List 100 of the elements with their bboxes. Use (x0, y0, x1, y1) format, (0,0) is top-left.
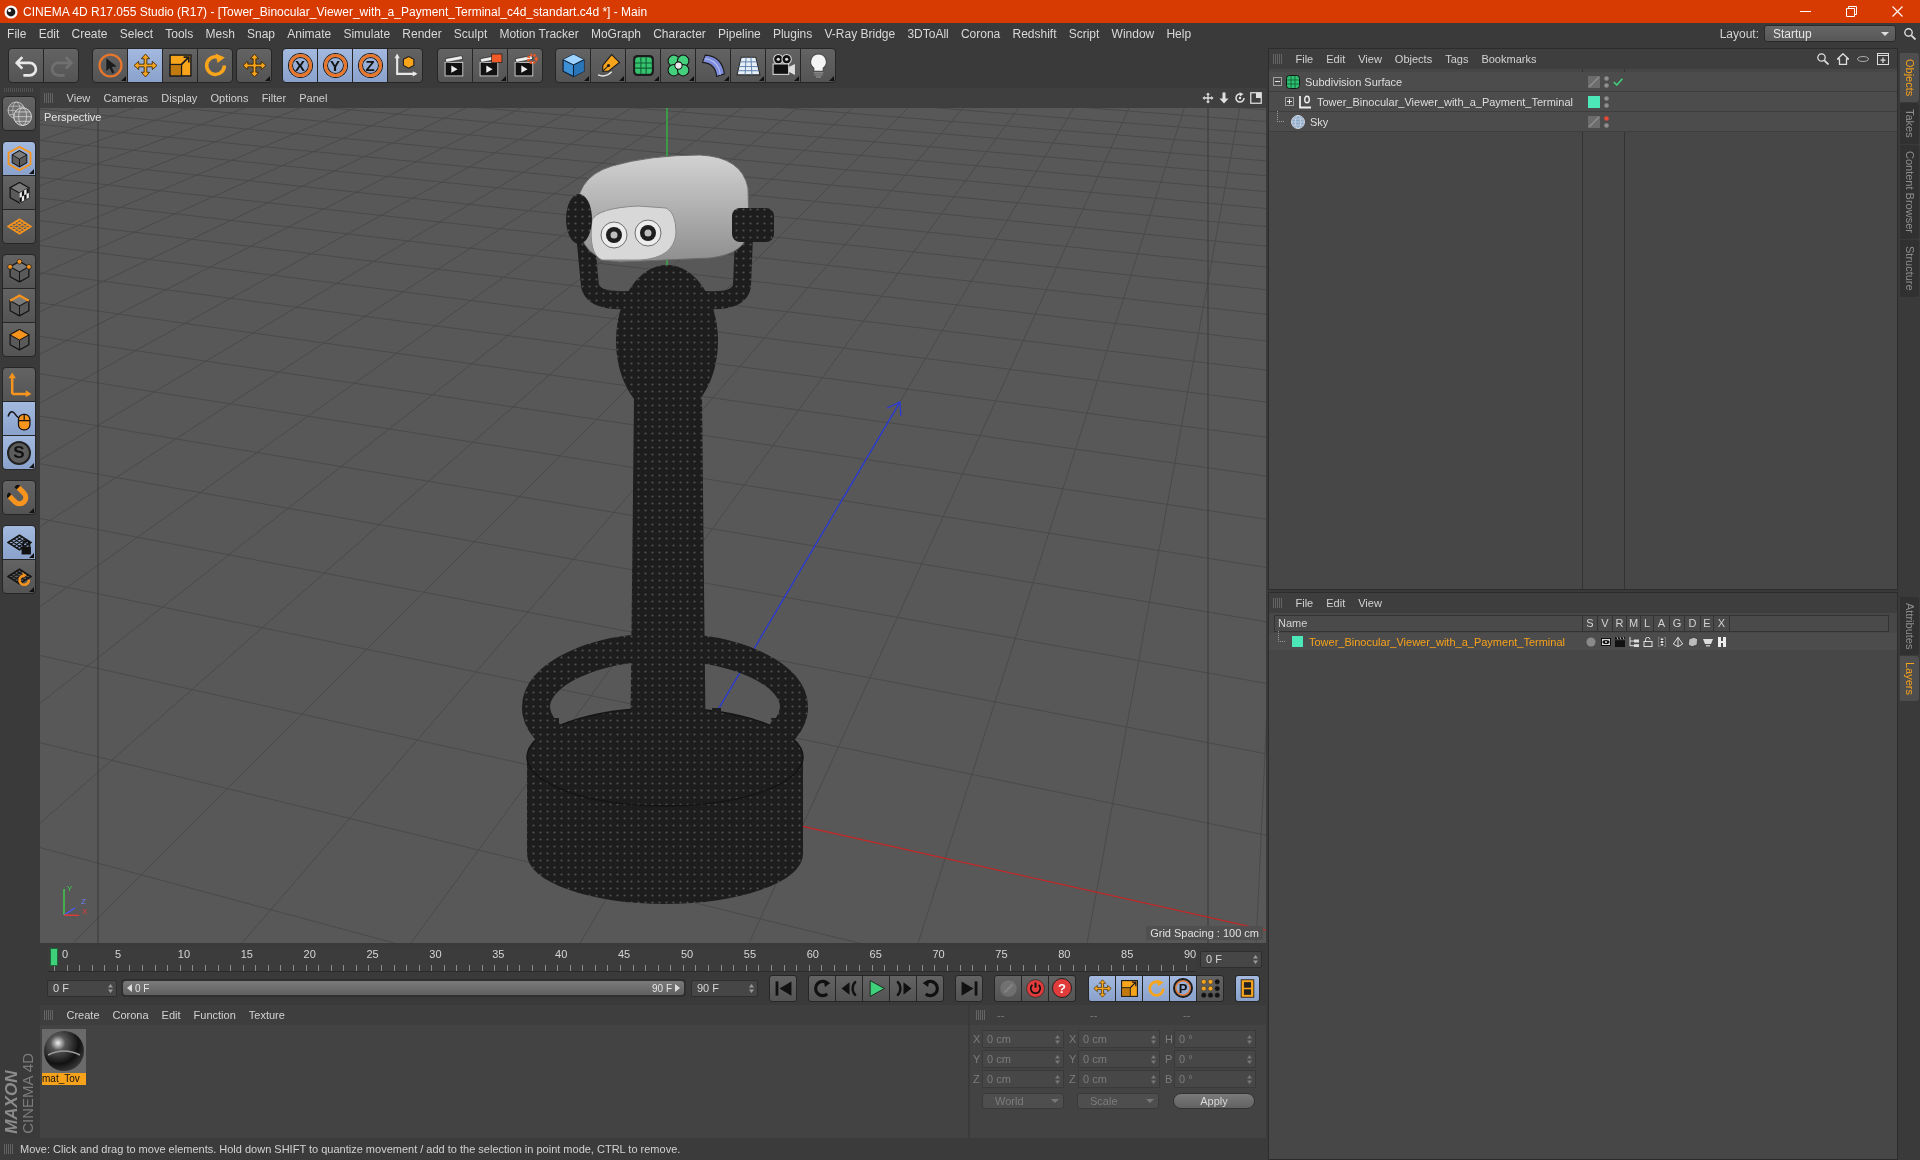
menu-item[interactable]: Create (65, 26, 114, 41)
viewport-menu-item[interactable]: Options (203, 92, 256, 104)
material-name[interactable]: mat_Tov (42, 1073, 86, 1085)
grip-icon[interactable] (1273, 54, 1283, 64)
floor-object-button[interactable] (730, 48, 766, 83)
side-tab[interactable]: Layers (1899, 655, 1919, 701)
menu-item[interactable]: Character (647, 26, 712, 41)
end-frame-field[interactable]: 90 F (691, 979, 758, 997)
menu-item[interactable]: 3DToAll (901, 26, 955, 41)
playhead[interactable] (50, 947, 58, 966)
object-menu-item[interactable]: File (1289, 53, 1320, 65)
grip-icon[interactable] (4, 1144, 14, 1154)
rotate-view-icon[interactable] (1234, 92, 1246, 104)
make-editable-button[interactable] (2, 96, 36, 131)
search-icon[interactable] (1904, 27, 1916, 40)
menu-item[interactable]: Tools (159, 26, 200, 41)
polygons-mode-button[interactable] (2, 322, 36, 357)
new-panel-icon[interactable] (1877, 53, 1889, 65)
workplane-sync-button[interactable] (2, 559, 36, 594)
side-tab[interactable]: Objects (1899, 53, 1919, 103)
column-header[interactable]: D (1685, 615, 1701, 632)
menu-item[interactable]: Render (396, 26, 448, 41)
cloner-button[interactable] (660, 48, 696, 83)
film-strip-icon[interactable] (1657, 636, 1667, 647)
spinner-arrows-icon[interactable] (749, 983, 754, 993)
eye-icon[interactable] (1600, 636, 1611, 647)
expand-toggle-icon[interactable] (1285, 97, 1294, 106)
cube-object-button[interactable] (555, 48, 591, 83)
record-button[interactable] (1021, 974, 1049, 1002)
object-menu-item[interactable]: Edit (1319, 53, 1352, 65)
transform-tool-button[interactable] (236, 48, 272, 83)
layout-dropdown[interactable]: Startup (1764, 25, 1896, 42)
point-level-key-button[interactable] (1196, 974, 1224, 1002)
column-header[interactable]: X (1714, 615, 1730, 632)
menu-item[interactable]: Corona (954, 26, 1007, 41)
slashed-square-icon[interactable] (1588, 115, 1600, 128)
magnet-tool-button[interactable] (2, 480, 36, 515)
object-menu-item[interactable]: Objects (1388, 53, 1439, 65)
menu-item[interactable]: Window (1105, 26, 1161, 41)
object-menu-item[interactable]: Tags (1438, 53, 1475, 65)
timeline-button[interactable] (1235, 974, 1260, 1002)
checkmark-icon[interactable] (1613, 77, 1623, 86)
column-header[interactable]: M (1627, 615, 1641, 632)
object-name[interactable]: Subdivision Surface (1305, 75, 1403, 88)
viewport-menu-item[interactable]: View (60, 92, 97, 104)
menu-item[interactable]: V-Ray Bridge (818, 26, 902, 41)
menu-item[interactable]: MoGraph (584, 26, 648, 41)
locked-workplane-button[interactable] (2, 525, 36, 560)
menu-item[interactable]: File (1, 26, 33, 41)
home-icon[interactable] (1837, 53, 1849, 65)
axis-lock-button[interactable]: Y (317, 48, 353, 83)
start-frame-field[interactable]: 0 F (47, 979, 117, 997)
spinner-arrows-icon[interactable] (108, 983, 113, 993)
status-dots-icon[interactable] (1604, 115, 1609, 128)
oval-icon[interactable] (1857, 53, 1869, 65)
material-menu-item[interactable]: Create (60, 1009, 107, 1021)
current-frame-field[interactable]: 0 F (1200, 950, 1262, 968)
menu-item[interactable]: Motion Tracker (493, 26, 585, 41)
material-menu-item[interactable]: Texture (242, 1009, 292, 1021)
status-dots-icon[interactable] (1604, 95, 1609, 108)
maximize-view-icon[interactable] (1250, 92, 1262, 104)
padlock-icon[interactable] (1642, 636, 1653, 647)
slashed-square-icon[interactable] (1588, 75, 1600, 88)
tweak-mode-button[interactable] (2, 401, 36, 436)
undo-button[interactable] (8, 48, 44, 83)
viewport-menu-item[interactable]: Filter (255, 92, 293, 104)
light-object-button[interactable] (800, 48, 836, 83)
previous-frame-button[interactable] (835, 974, 863, 1002)
collapse-toggle-icon[interactable] (1273, 77, 1282, 86)
column-header[interactable]: A (1654, 615, 1670, 632)
material-menu-item[interactable]: Edit (155, 1009, 188, 1021)
layer-menu-item[interactable]: View (1351, 597, 1389, 609)
column-header[interactable]: S (1583, 615, 1598, 632)
menu-item[interactable]: Edit (32, 26, 66, 41)
object-name[interactable]: Sky (1310, 115, 1329, 128)
position-key-button[interactable] (1088, 974, 1116, 1002)
points-mode-button[interactable] (2, 254, 36, 289)
deformer-button[interactable] (695, 48, 731, 83)
hexagon-icon[interactable] (1688, 636, 1698, 647)
layer-menu-item[interactable]: Edit (1319, 597, 1352, 609)
next-keyframe-button[interactable] (916, 974, 944, 1002)
parameter-key-button[interactable]: P (1169, 974, 1197, 1002)
rotate-tool-button[interactable] (197, 48, 233, 83)
layer-color-swatch[interactable] (1292, 636, 1303, 647)
viewport-menu-item[interactable]: Display (154, 92, 204, 104)
side-tab[interactable]: Structure (1899, 240, 1919, 297)
previous-keyframe-button[interactable] (808, 974, 836, 1002)
preview-range-bar[interactable]: 0 F 90 F (123, 981, 684, 995)
menu-item[interactable]: Redshift (1006, 26, 1063, 41)
edges-mode-button[interactable] (2, 288, 36, 323)
camera-label[interactable]: Perspective (44, 111, 102, 123)
pyramid-icon[interactable] (1672, 636, 1683, 647)
bowl-icon[interactable] (1702, 636, 1713, 647)
coordinate-system-button[interactable] (387, 48, 423, 83)
pan-arrows-icon[interactable] (1202, 92, 1214, 104)
side-tab[interactable]: Takes (1899, 103, 1919, 145)
go-to-start-button[interactable] (769, 974, 797, 1002)
render-settings-button[interactable] (507, 48, 543, 83)
menu-item[interactable]: Animate (281, 26, 338, 41)
material-menu-item[interactable]: Function (187, 1009, 243, 1021)
